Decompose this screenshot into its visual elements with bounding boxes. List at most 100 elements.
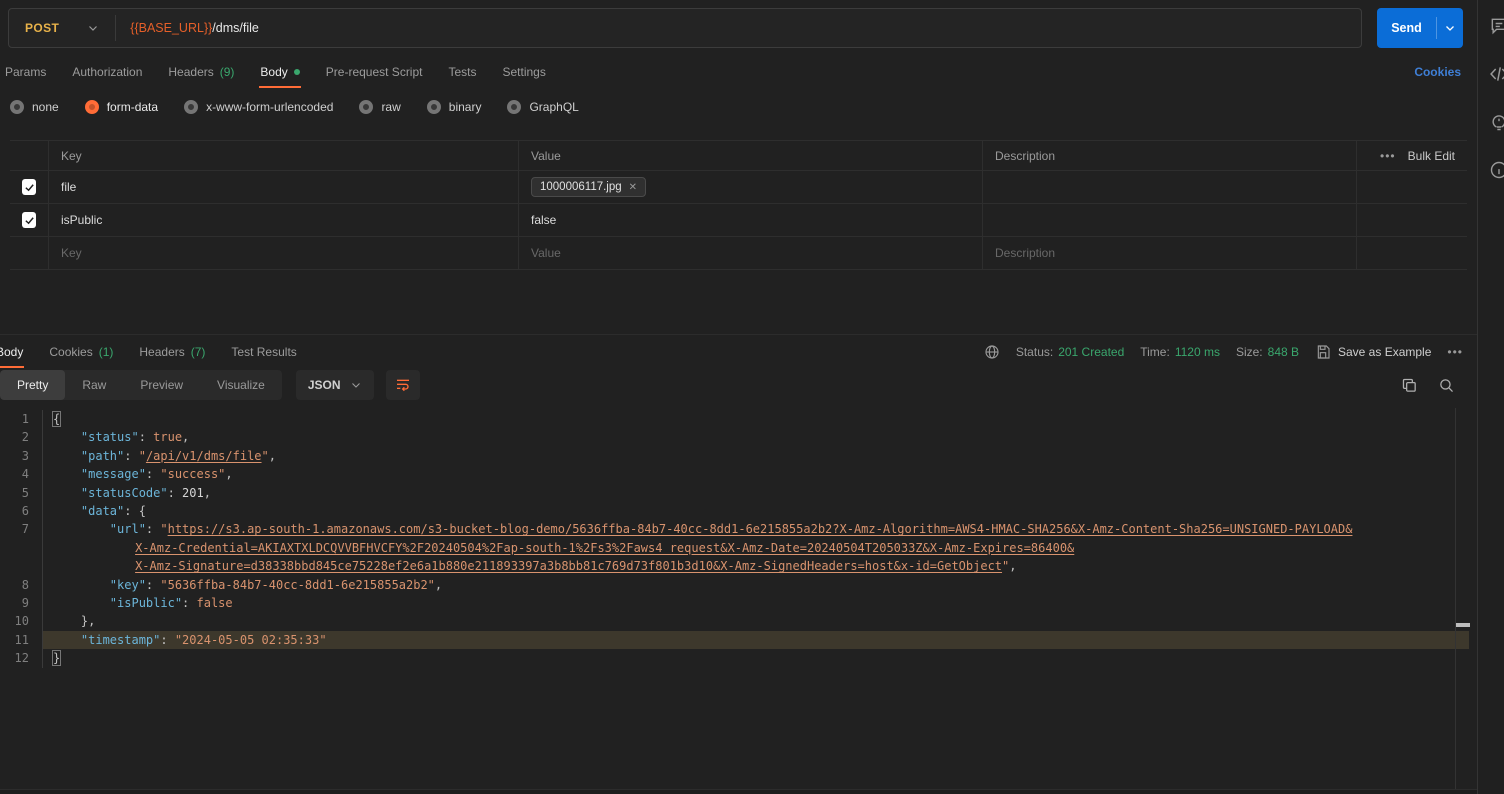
tab-pre-request-script[interactable]: Pre-request Script <box>325 56 424 88</box>
wrap-text-button[interactable] <box>386 370 420 400</box>
line-content: "data": { <box>43 502 1469 520</box>
description-cell[interactable]: Description <box>982 237 1356 269</box>
json-token: : <box>182 596 196 610</box>
tab-body[interactable]: Body <box>259 56 300 88</box>
send-label: Send <box>1377 21 1436 35</box>
response-more-button[interactable]: ••• <box>1447 345 1463 359</box>
json-link[interactable]: X-Amz-Signature=d38338bbd845ce75228ef2e6… <box>135 559 1002 573</box>
language-dropdown[interactable]: JSON <box>296 370 374 400</box>
tab-settings[interactable]: Settings <box>502 56 547 88</box>
checkbox-checked[interactable] <box>22 212 36 228</box>
header-key: Key <box>48 141 518 170</box>
view-mode-visualize[interactable]: Visualize <box>200 370 282 400</box>
body-mode-none[interactable]: none <box>10 100 59 114</box>
url-input[interactable]: {{BASE_URL}}/dms/file <box>116 21 259 35</box>
scrollbar-thumb[interactable] <box>1456 623 1470 627</box>
bulk-edit-button[interactable]: Bulk Edit <box>1408 149 1455 163</box>
line-content: "timestamp": "2024-05-05 02:35:33" <box>43 631 1469 649</box>
body-mode-graphql[interactable]: GraphQL <box>507 100 578 114</box>
json-token: , <box>204 486 211 500</box>
json-token: true <box>153 430 182 444</box>
tab-label: Headers <box>139 345 184 359</box>
globe-icon[interactable] <box>984 344 1000 360</box>
info-icon[interactable] <box>1489 160 1504 180</box>
body-mode-x-www-form-urlencoded[interactable]: x-www-form-urlencoded <box>184 100 333 114</box>
send-button[interactable]: Send <box>1377 8 1463 48</box>
json-token: { <box>139 504 146 518</box>
value-cell[interactable]: false <box>518 204 982 236</box>
view-mode-raw[interactable]: Raw <box>65 370 123 400</box>
key-cell[interactable]: file <box>48 171 518 203</box>
check-icon <box>24 215 35 226</box>
response-tab-test-results[interactable]: Test Results <box>230 335 297 368</box>
json-token: "success" <box>160 467 225 481</box>
tab-tests[interactable]: Tests <box>447 56 477 88</box>
language-label: JSON <box>308 378 341 392</box>
status-badge: Status:201 Created <box>1016 345 1124 359</box>
checkbox-checked[interactable] <box>22 179 36 195</box>
time-badge: Time:1120 ms <box>1140 345 1220 359</box>
lightbulb-icon[interactable] <box>1489 112 1504 132</box>
description-cell[interactable] <box>982 204 1356 236</box>
radio-icon <box>359 100 373 114</box>
line-content: X-Amz-Credential=AKIAXTXLDCQVVBFHVCFY%2F… <box>43 539 1469 557</box>
save-as-example-button[interactable]: Save as Example <box>1315 344 1431 360</box>
send-options-button[interactable] <box>1437 22 1463 34</box>
view-mode-pretty[interactable]: Pretty <box>0 370 65 400</box>
code-icon[interactable] <box>1489 64 1504 84</box>
row-checkbox-cell <box>10 204 48 236</box>
json-token: , <box>269 449 276 463</box>
header-description: Description <box>982 141 1356 170</box>
json-token: "path" <box>81 449 124 463</box>
view-mode-preview[interactable]: Preview <box>123 370 200 400</box>
key-cell[interactable]: isPublic <box>48 204 518 236</box>
chevron-down-icon <box>1444 22 1456 34</box>
tab-label: Settings <box>503 65 546 79</box>
tab-label: Body <box>0 345 23 359</box>
body-mode-label: form-data <box>107 100 158 114</box>
more-horizontal-icon[interactable]: ••• <box>1380 149 1396 163</box>
response-tab-headers[interactable]: Headers(7) <box>138 335 206 368</box>
copy-icon[interactable] <box>1401 377 1418 394</box>
file-chip[interactable]: 1000006117.jpg✕ <box>531 177 646 197</box>
line-number: 7 <box>0 520 43 538</box>
response-tabs: Body Cookies(1) Headers(7) Test Results <box>0 335 298 368</box>
response-body-editor[interactable]: 1{2"status": true,3"path": "/api/v1/dms/… <box>0 408 1477 789</box>
line-content: } <box>43 649 1469 667</box>
response-tab-cookies[interactable]: Cookies(1) <box>48 335 114 368</box>
response-tab-body[interactable]: Body <box>0 335 24 368</box>
method-dropdown[interactable]: POST <box>9 21 115 35</box>
save-icon <box>1315 344 1331 360</box>
line-number: 5 <box>0 484 43 502</box>
description-cell[interactable] <box>982 171 1356 203</box>
body-mode-raw[interactable]: raw <box>359 100 400 114</box>
json-token: , <box>1009 559 1016 573</box>
body-mode-label: GraphQL <box>529 100 578 114</box>
close-icon[interactable]: ✕ <box>629 182 637 193</box>
header-checkbox-cell <box>10 141 48 170</box>
value-cell[interactable]: Value <box>518 237 982 269</box>
request-url-bar: POST {{BASE_URL}}/dms/file <box>8 8 1362 48</box>
line-number: 3 <box>0 447 43 465</box>
tab-authorization[interactable]: Authorization <box>71 56 143 88</box>
json-link[interactable]: https://s3.ap-south-1.amazonaws.com/s3-b… <box>168 522 1353 536</box>
json-token: "2024-05-05 02:35:33" <box>175 633 327 647</box>
json-token: "url" <box>110 522 146 536</box>
json-link[interactable]: X-Amz-Credential=AKIAXTXLDCQVVBFHVCFY%2F… <box>135 541 1074 555</box>
tab-params[interactable]: Params <box>4 56 47 88</box>
tab-headers[interactable]: Headers(9) <box>167 56 235 88</box>
tab-label: Pre-request Script <box>326 65 423 79</box>
line-number: 10 <box>0 612 43 630</box>
search-icon[interactable] <box>1438 377 1455 394</box>
key-cell[interactable]: Key <box>48 237 518 269</box>
body-mode-binary[interactable]: binary <box>427 100 482 114</box>
cookies-link[interactable]: Cookies <box>1414 65 1461 79</box>
postman-app: POST {{BASE_URL}}/dms/file Send Params Au… <box>0 0 1504 794</box>
code-line: 5"statusCode": 201, <box>0 484 1477 502</box>
body-mode-form-data[interactable]: form-data <box>85 100 158 114</box>
value-cell[interactable]: 1000006117.jpg✕ <box>518 171 982 203</box>
comment-icon[interactable] <box>1489 16 1504 36</box>
json-token: " <box>139 449 146 463</box>
unsaved-dot-icon <box>294 69 300 75</box>
json-link[interactable]: /api/v1/dms/file <box>146 449 262 463</box>
